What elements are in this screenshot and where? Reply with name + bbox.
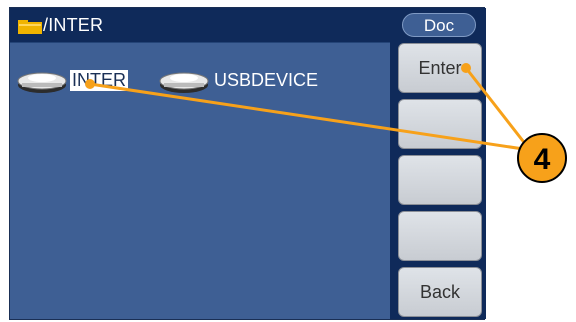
drive-item-usbdevice[interactable]: USBDEVICE	[158, 66, 320, 94]
callout-badge	[517, 133, 567, 183]
drive-label: USBDEVICE	[214, 69, 319, 90]
drive-icon	[17, 72, 67, 93]
path-bar: /INTER	[10, 8, 390, 42]
enter-button[interactable]: Enter	[398, 43, 482, 93]
drive-icon	[159, 72, 209, 93]
mode-indicator: Doc	[402, 13, 476, 37]
current-path: /INTER	[43, 15, 104, 35]
drive-label: INTER	[70, 69, 128, 91]
folder-icon	[18, 20, 42, 34]
callout-number: 4	[534, 143, 551, 176]
softkey-3[interactable]	[398, 155, 482, 205]
drive-item-inter[interactable]: INTER	[16, 66, 128, 94]
instrument-screen: /INTER INTER USBDEVICE Doc Enter Back	[9, 7, 486, 320]
file-browser[interactable]: INTER USBDEVICE	[10, 43, 390, 319]
back-button[interactable]: Back	[398, 267, 482, 317]
softkey-4[interactable]	[398, 211, 482, 261]
softkey-2[interactable]	[398, 99, 482, 149]
softkey-panel: Doc Enter Back	[390, 8, 486, 319]
